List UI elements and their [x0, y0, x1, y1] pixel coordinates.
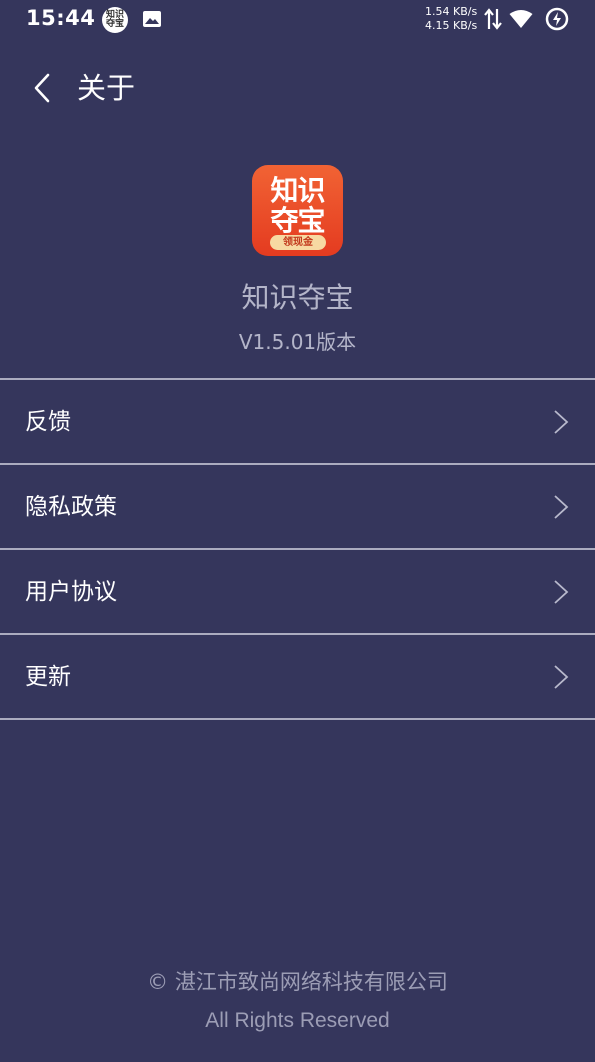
footer-rights: All Rights Reserved [205, 1009, 390, 1032]
divider [0, 718, 595, 720]
app-logo-text-2: 夺宝 [270, 204, 325, 237]
chevron-right-icon [554, 495, 569, 519]
chevron-right-icon [554, 580, 569, 604]
app-logo-badge: 领现金 [270, 235, 326, 250]
settings-menu: 反馈 隐私政策 用户协议 更新 [0, 378, 595, 720]
app-name: 知识夺宝 [241, 281, 354, 314]
network-speed-up: 1.54 KB/s [425, 5, 478, 18]
menu-item-feedback[interactable]: 反馈 [0, 380, 595, 463]
app-version: V1.5.01版本 [238, 330, 357, 354]
footer-company: © 湛江市致尚网络科技有限公司 [147, 970, 448, 994]
network-speed: 1.54 KB/s 4.15 KB/s [425, 5, 477, 33]
about-screen: 15:44 知识 夺宝 1.54 KB/s 4.15 KB/s 关于 知识 夺宝… [0, 0, 595, 1062]
notification-app-icon-text-2: 夺宝 [105, 19, 124, 29]
menu-item-label: 隐私政策 [25, 494, 117, 520]
menu-item-privacy-policy[interactable]: 隐私政策 [0, 465, 595, 548]
menu-item-label: 反馈 [25, 409, 71, 435]
app-logo: 知识 夺宝 领现金 [252, 165, 343, 256]
status-bar: 15:44 知识 夺宝 1.54 KB/s 4.15 KB/s [0, 0, 595, 40]
menu-item-update[interactable]: 更新 [0, 635, 595, 718]
back-arrow-icon [34, 73, 50, 103]
header: 关于 [0, 60, 595, 116]
data-transfer-icon [484, 8, 502, 30]
battery-saver-icon [545, 7, 569, 31]
chevron-right-icon [554, 665, 569, 689]
back-button[interactable] [24, 68, 60, 108]
notification-app-icon: 知识 夺宝 [102, 7, 128, 33]
menu-item-label: 用户协议 [25, 579, 117, 605]
page-title: 关于 [77, 71, 136, 105]
network-speed-down: 4.15 KB/s [425, 19, 478, 32]
menu-item-user-agreement[interactable]: 用户协议 [0, 550, 595, 633]
image-notification-icon [143, 11, 161, 27]
status-time: 15:44 [26, 6, 96, 30]
wifi-icon [509, 10, 533, 28]
menu-item-label: 更新 [25, 664, 71, 690]
chevron-right-icon [554, 410, 569, 434]
